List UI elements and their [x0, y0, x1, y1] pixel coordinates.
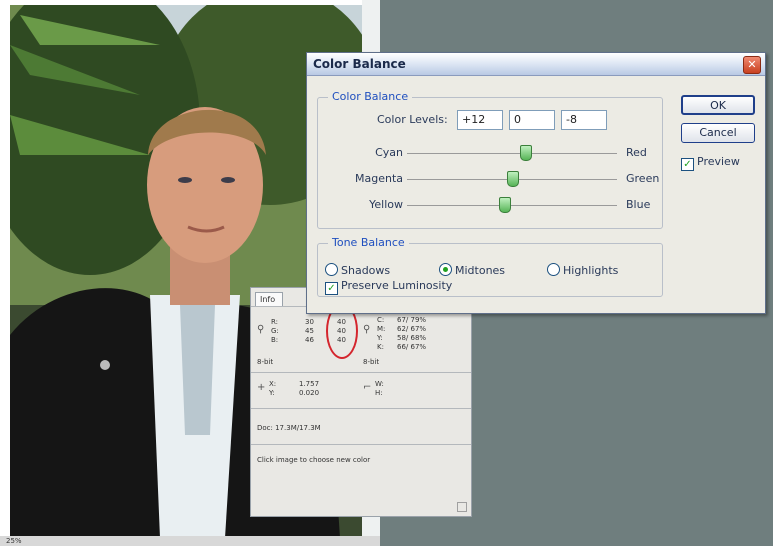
- doc-size: Doc: 17.3M/17.3M: [257, 424, 321, 432]
- info-divider-2: [251, 408, 471, 409]
- xy-labels: X: Y:: [269, 380, 277, 397]
- xy-values: 1.757 0.020: [299, 380, 320, 397]
- checkbox-checked-icon[interactable]: ✓: [325, 282, 338, 295]
- color-balance-group-legend: Color Balance: [328, 90, 413, 103]
- resize-grip-icon[interactable]: [457, 502, 467, 512]
- radio-button-selected-icon[interactable]: [439, 263, 452, 276]
- zoom-readout: 25%: [6, 537, 22, 545]
- level-field-magenta-green[interactable]: 0: [509, 110, 555, 130]
- slider-thumb[interactable]: [507, 171, 519, 187]
- bit-depth-right: 8-bit: [363, 358, 380, 366]
- radio-button-icon[interactable]: [547, 263, 560, 276]
- radio-midtones[interactable]: Midtones: [439, 263, 505, 277]
- info-divider-3: [251, 444, 471, 445]
- slider-label-blue: Blue: [626, 198, 651, 211]
- slider-thumb[interactable]: [519, 145, 532, 161]
- cmyk-values: 67/ 79% 62/ 67% 58/ 68% 66/ 67%: [397, 316, 427, 351]
- cmyk-labels: C: M: Y: K:: [377, 316, 386, 351]
- radio-shadows[interactable]: Shadows: [325, 263, 390, 277]
- level-field-yellow-blue[interactable]: -8: [561, 110, 607, 130]
- level-field-cyan-red[interactable]: +12: [457, 110, 503, 130]
- status-bar: 25%: [0, 536, 380, 546]
- rgb-labels: R: G: B:: [271, 318, 279, 344]
- info-divider-1: [251, 372, 471, 373]
- preserve-luminosity-checkbox[interactable]: ✓ Preserve Luminosity: [325, 279, 452, 295]
- tab-info[interactable]: Info: [255, 292, 283, 306]
- wh-labels: W: H:: [375, 380, 384, 397]
- radio-midtones-label: Midtones: [455, 264, 506, 277]
- bit-depth-left: 8-bit: [257, 358, 274, 366]
- slider-thumb[interactable]: [498, 197, 511, 213]
- slider-track[interactable]: [407, 205, 617, 206]
- preserve-luminosity-label: Preserve Luminosity: [341, 279, 453, 292]
- eyedropper-icon-2: ⚲: [363, 324, 371, 335]
- slider-label-red: Red: [626, 146, 647, 159]
- preview-label: Preview: [697, 155, 740, 168]
- close-icon[interactable]: ✕: [743, 56, 761, 74]
- info-panel: Info ⚲ R: G: B: 30 45 46 40 40 40 ⚲ C: M…: [250, 287, 472, 517]
- radio-highlights[interactable]: Highlights: [547, 263, 618, 277]
- radio-shadows-label: Shadows: [341, 264, 391, 277]
- slider-label-green: Green: [626, 172, 660, 185]
- dialog-title: Color Balance: [313, 57, 406, 71]
- dialog-title-bar[interactable]: Color Balance ✕: [307, 53, 765, 76]
- rgb-values: 30 45 46: [305, 318, 314, 344]
- radio-highlights-label: Highlights: [563, 264, 619, 277]
- slider-label-yellow: Yellow: [369, 198, 403, 211]
- slider-yellow-blue[interactable]: Yellow Blue: [325, 195, 665, 215]
- selection-size-icon: ⌐: [363, 382, 372, 393]
- info-hint: Click image to choose new color: [257, 456, 371, 464]
- ok-button[interactable]: OK: [681, 95, 755, 115]
- preview-checkbox[interactable]: ✓ Preview: [681, 155, 740, 171]
- cancel-button[interactable]: Cancel: [681, 123, 755, 143]
- slider-track[interactable]: [407, 153, 617, 154]
- crosshair-icon: +: [257, 382, 266, 393]
- color-levels-label: Color Levels:: [377, 113, 448, 126]
- radio-button-icon[interactable]: [325, 263, 338, 276]
- tone-balance-group-legend: Tone Balance: [328, 236, 409, 249]
- eyedropper-icon: ⚲: [257, 324, 265, 335]
- color-balance-dialog: Color Balance ✕ Color Balance Color Leve…: [306, 52, 766, 314]
- checkbox-checked-icon[interactable]: ✓: [681, 158, 694, 171]
- slider-cyan-red[interactable]: Cyan Red: [325, 143, 665, 163]
- slider-label-cyan: Cyan: [375, 146, 403, 159]
- slider-label-magenta: Magenta: [354, 172, 403, 185]
- slider-magenta-green[interactable]: Magenta Green: [325, 169, 665, 189]
